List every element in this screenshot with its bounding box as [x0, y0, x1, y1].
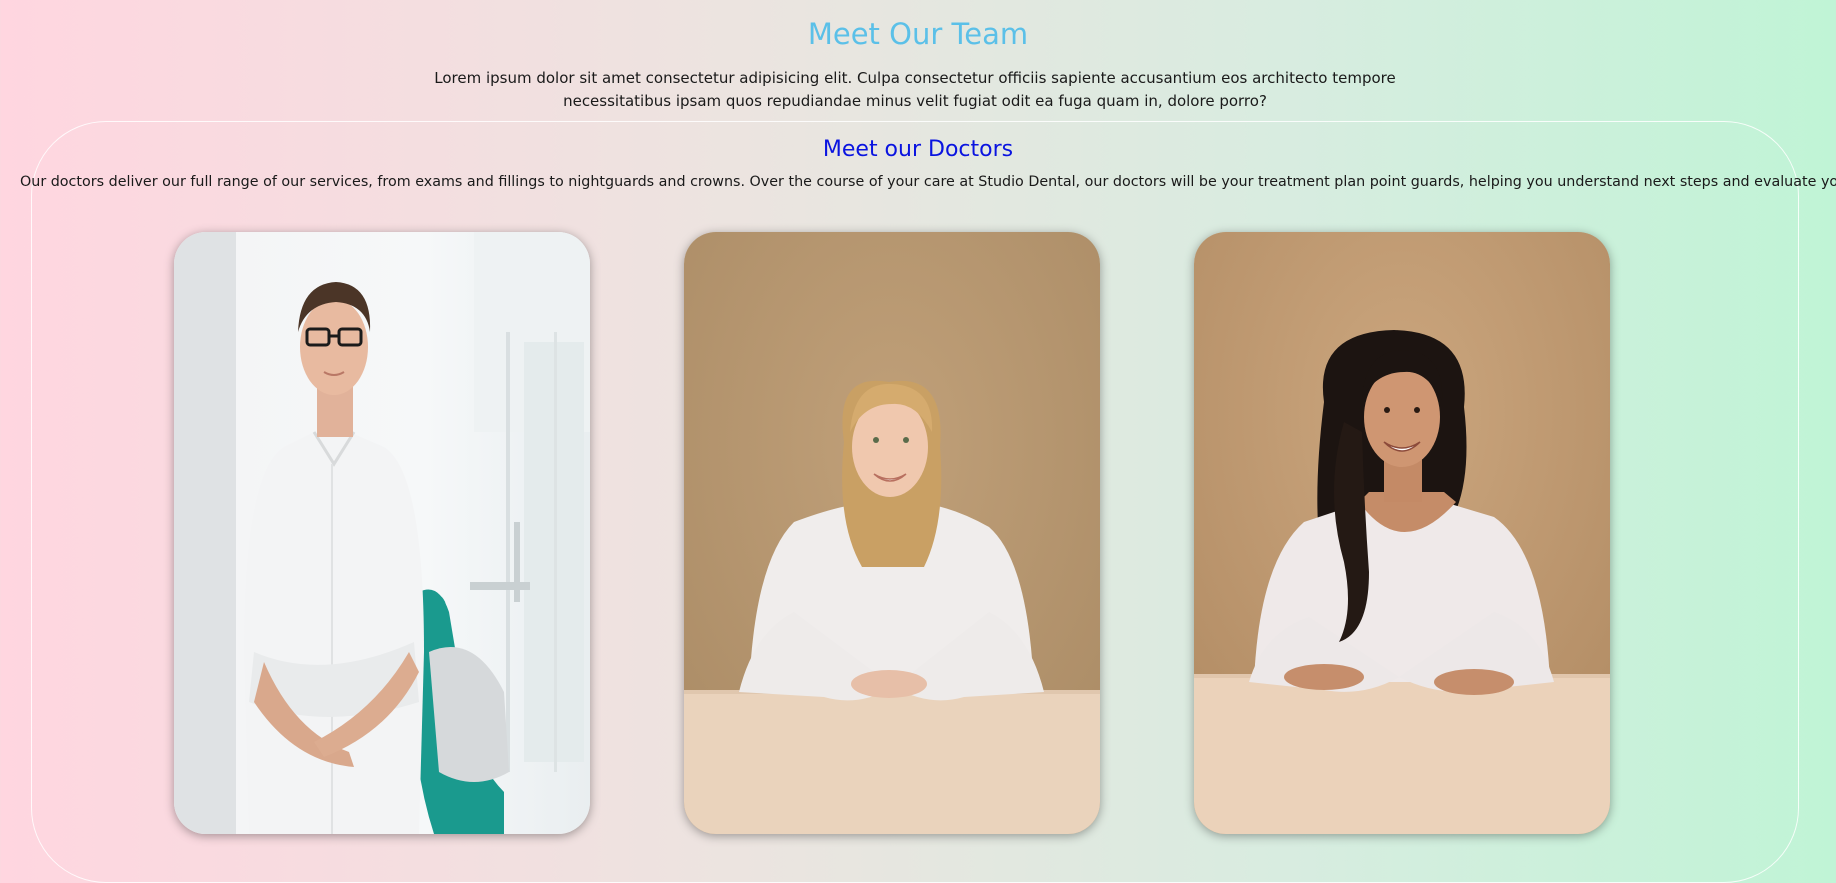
section-title: Meet our Doctors	[822, 137, 1014, 162]
intro-text: Lorem ipsum dolor sit amet consectetur a…	[434, 69, 1396, 110]
doctor-card-3[interactable]	[1194, 232, 1610, 834]
page-title: Meet Our Team	[807, 17, 1029, 51]
doctor-photo-blonde-woman	[684, 232, 1100, 834]
doctor-photo-dark-haired-woman	[1194, 232, 1610, 834]
doctor-card-2[interactable]	[684, 232, 1100, 834]
doctor-card-1[interactable]	[174, 232, 590, 834]
doctor-photo-male-dentist	[174, 232, 590, 834]
section-description: Our doctors deliver our full range of ou…	[20, 174, 1836, 190]
